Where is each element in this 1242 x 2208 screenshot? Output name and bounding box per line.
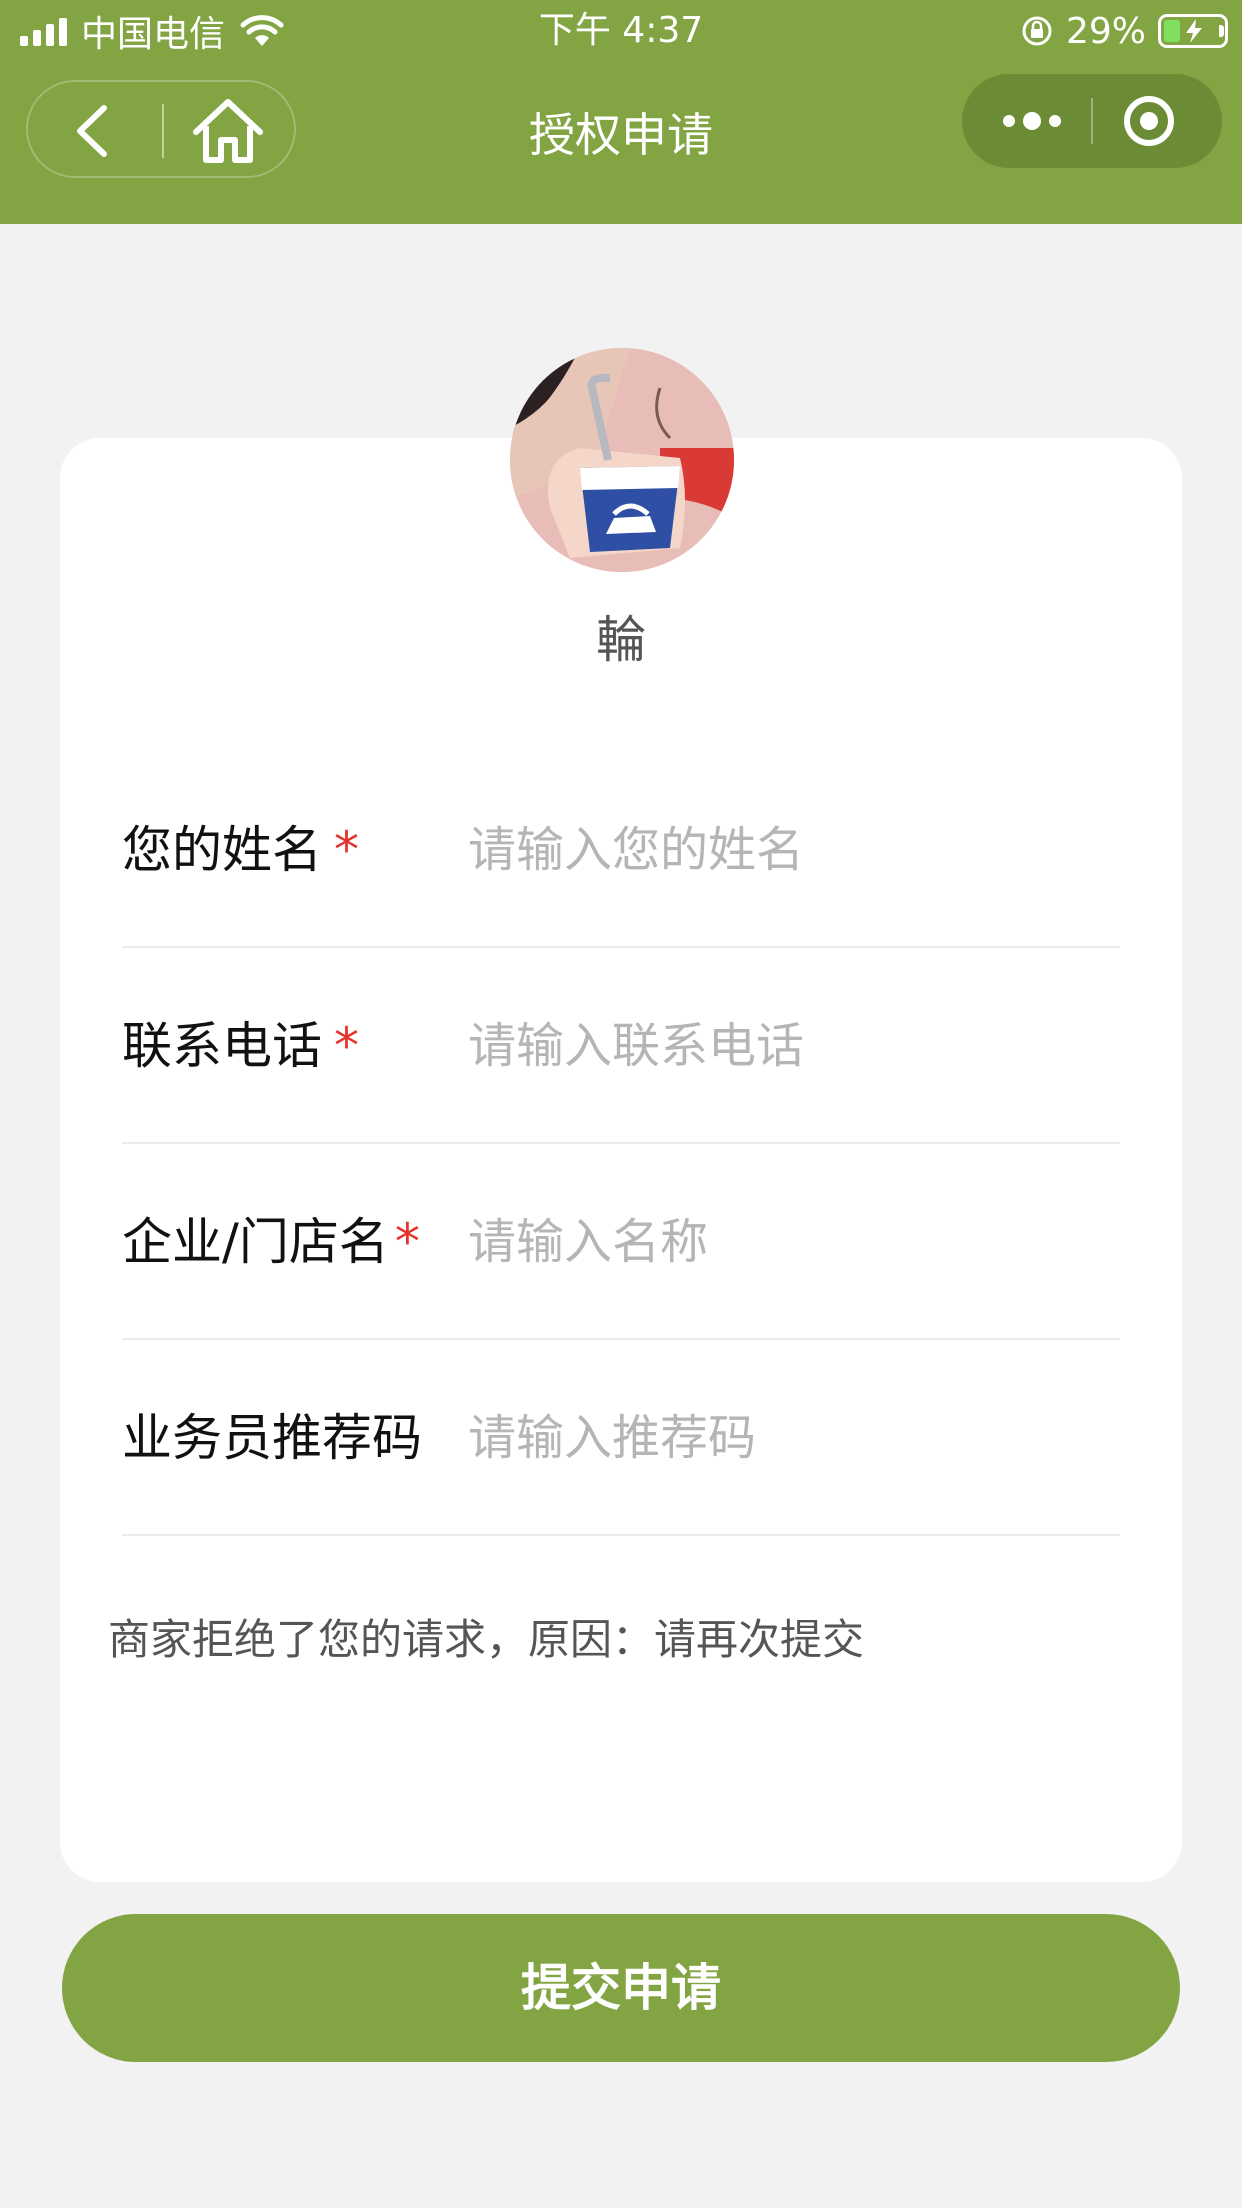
required-mark: * xyxy=(334,821,359,879)
field-label: 企业/门店名 * xyxy=(122,1213,420,1271)
battery-percent: 29% xyxy=(1065,10,1146,52)
form-row-referral: 业务员推荐码 xyxy=(122,1340,1120,1536)
referral-code-input[interactable] xyxy=(468,1398,1108,1478)
required-mark: * xyxy=(334,1017,359,1075)
name-input[interactable] xyxy=(468,810,1108,890)
close-miniprogram-button[interactable] xyxy=(1122,94,1176,148)
orientation-lock-icon xyxy=(1022,16,1052,46)
form-row-store: 企业/门店名 * xyxy=(122,1144,1120,1340)
more-button[interactable] xyxy=(992,94,1072,148)
form-row-name: 您的姓名 * xyxy=(122,752,1120,948)
avatar xyxy=(510,348,734,572)
target-circle-icon xyxy=(1124,96,1174,146)
battery-icon xyxy=(1158,14,1228,48)
nav-capsule-right xyxy=(962,74,1222,168)
field-label: 联系电话 * xyxy=(122,1017,359,1075)
field-label: 业务员推荐码 xyxy=(122,1409,422,1467)
field-label: 您的姓名 * xyxy=(122,821,359,879)
top-bar: 中国电信 下午 4:37 29% 授权申请 xyxy=(0,0,1242,224)
status-bar: 中国电信 下午 4:37 29% xyxy=(0,0,1242,62)
required-mark: * xyxy=(394,1213,420,1271)
submit-button[interactable]: 提交申请 xyxy=(62,1914,1180,2062)
form-row-phone: 联系电话 * xyxy=(122,948,1120,1144)
rejection-reason: 商家拒绝了您的请求，原因：请再次提交 xyxy=(108,1615,865,1664)
store-name-input[interactable] xyxy=(468,1202,1108,1282)
user-name: 輪 xyxy=(596,611,646,669)
phone-input[interactable] xyxy=(468,1006,1108,1086)
